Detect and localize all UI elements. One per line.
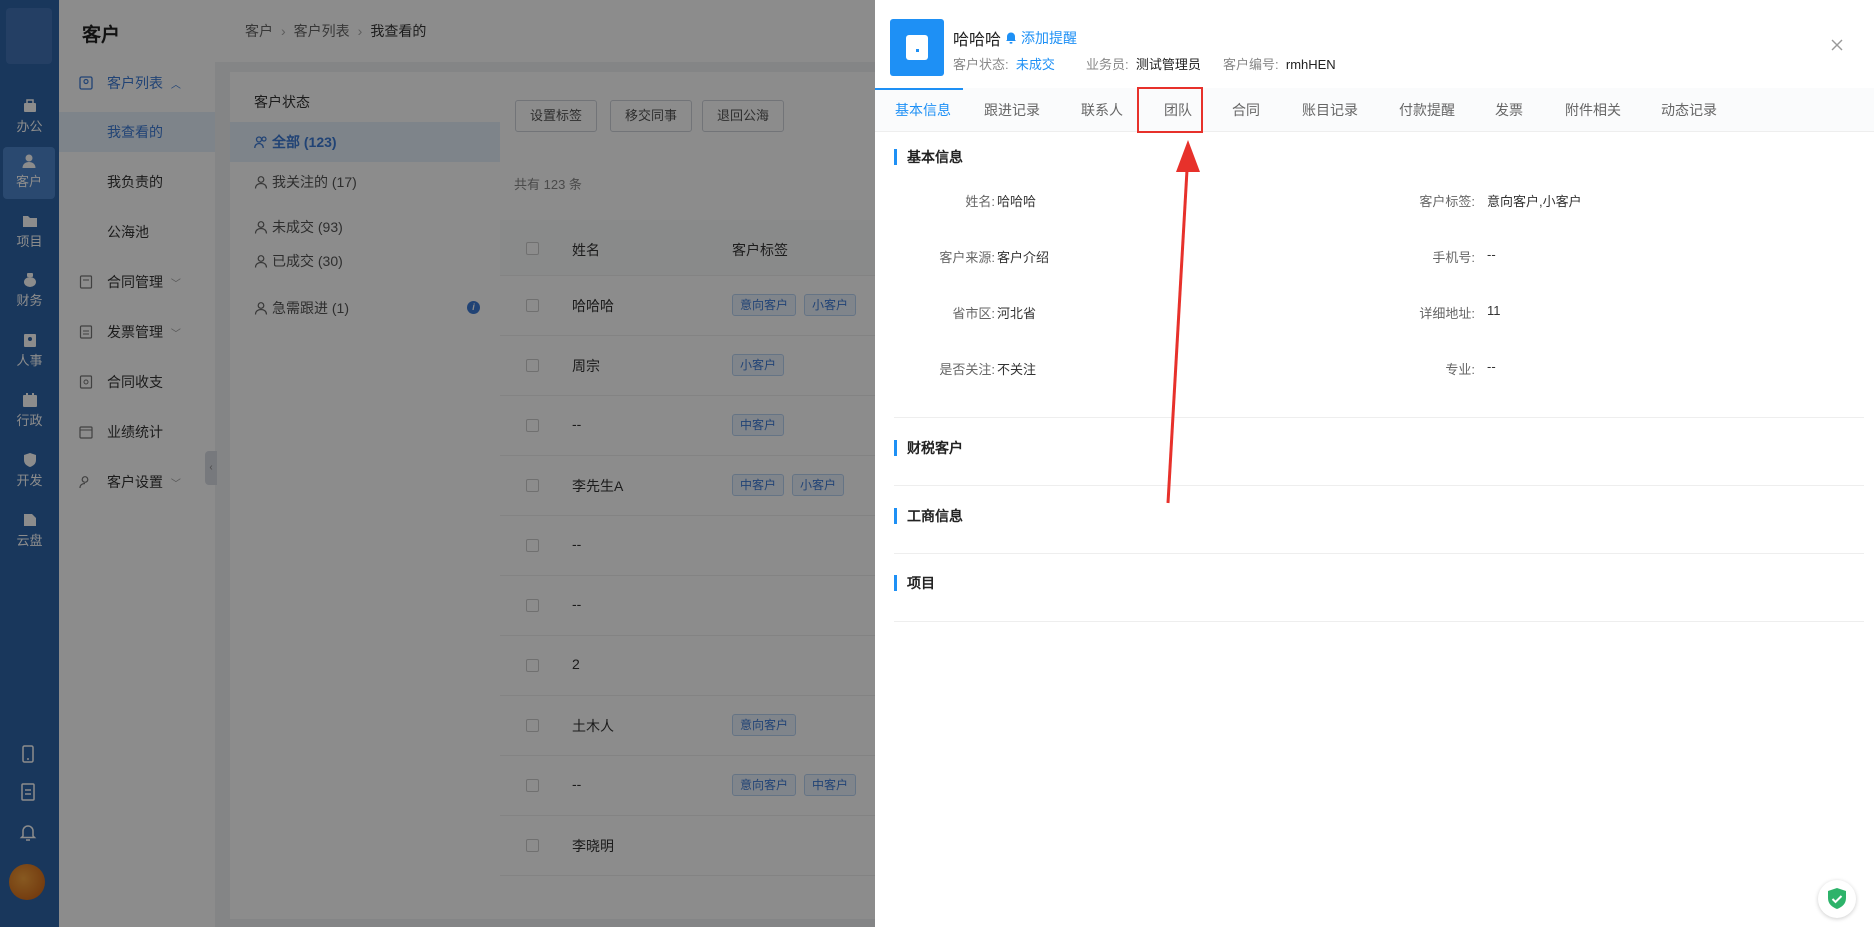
- meta-sales: 业务员: 测试管理员: [1086, 54, 1201, 73]
- meta-label: 客户编号:: [1223, 57, 1279, 72]
- customer-code-value: rmhHEN: [1285, 57, 1336, 72]
- tab-contacts[interactable]: 联系人: [1081, 88, 1123, 132]
- tab-basic-info[interactable]: 基本信息: [895, 88, 951, 132]
- tab-invoices[interactable]: 发票: [1495, 88, 1523, 132]
- close-icon[interactable]: [1830, 38, 1844, 52]
- section-basic-info: 基本信息: [894, 149, 963, 165]
- field-value-region: 河北省: [997, 306, 1037, 321]
- field-label: 客户来源:: [939, 250, 995, 265]
- detail-tabs: 基本信息 跟进记录 联系人 团队 合同 账目记录 付款提醒 发票 附件相关 动态…: [875, 88, 1874, 132]
- field-label: 姓名:: [965, 194, 995, 209]
- meta-label: 客户状态:: [953, 57, 1009, 72]
- active-tab-indicator: [875, 88, 963, 90]
- field-value-followed: 不关注: [997, 362, 1037, 377]
- annotation-highlight-box: [1137, 87, 1203, 133]
- security-shield-icon[interactable]: [1818, 880, 1856, 918]
- tab-activity[interactable]: 动态记录: [1661, 88, 1717, 132]
- customer-avatar: [890, 19, 944, 76]
- section-divider: [894, 417, 1864, 418]
- section-divider: [894, 621, 1864, 622]
- tab-attachments[interactable]: 附件相关: [1565, 88, 1621, 132]
- modal-overlay[interactable]: [0, 0, 875, 927]
- field-value-source: 客户介绍: [997, 250, 1050, 265]
- section-tax-customer[interactable]: 财税客户: [894, 440, 963, 456]
- add-reminder-label: 添加提醒: [1021, 30, 1077, 46]
- field-label: 是否关注:: [939, 362, 995, 377]
- tab-accounts[interactable]: 账目记录: [1302, 88, 1358, 132]
- tab-payment-reminders[interactable]: 付款提醒: [1399, 88, 1455, 132]
- tab-follow-up[interactable]: 跟进记录: [984, 88, 1040, 132]
- field-label: 专业:: [1445, 362, 1475, 377]
- bell-icon: [1006, 32, 1016, 44]
- salesperson-value: 测试管理员: [1135, 57, 1201, 72]
- field-label: 省市区:: [952, 306, 995, 321]
- section-divider: [894, 553, 1864, 554]
- customer-name: 哈哈哈: [953, 32, 1002, 49]
- customer-status-value: 未成交: [1015, 57, 1055, 72]
- section-projects[interactable]: 项目: [894, 575, 935, 591]
- field-label: 客户标签:: [1419, 194, 1475, 209]
- meta-code: 客户编号: rmhHEN: [1223, 54, 1336, 73]
- field-value-phone: --: [1487, 247, 1496, 262]
- field-label: 手机号:: [1432, 250, 1475, 265]
- field-value-major: --: [1487, 359, 1496, 374]
- field-value-name: 哈哈哈: [997, 194, 1037, 209]
- tab-contracts[interactable]: 合同: [1232, 88, 1260, 132]
- add-reminder-link[interactable]: 添加提醒: [1005, 28, 1077, 48]
- meta-label: 业务员:: [1086, 57, 1129, 72]
- section-business-info[interactable]: 工商信息: [894, 508, 963, 524]
- section-divider: [894, 485, 1864, 486]
- meta-status: 客户状态: 未成交: [953, 54, 1055, 73]
- field-value-address: 11: [1487, 303, 1501, 318]
- field-value-tags: 意向客户,小客户: [1487, 194, 1582, 209]
- customer-detail-drawer: 哈哈哈 添加提醒 客户状态: 未成交 业务员: 测试管理员 客户编号: rmhH…: [875, 0, 1874, 927]
- field-label: 详细地址:: [1419, 306, 1475, 321]
